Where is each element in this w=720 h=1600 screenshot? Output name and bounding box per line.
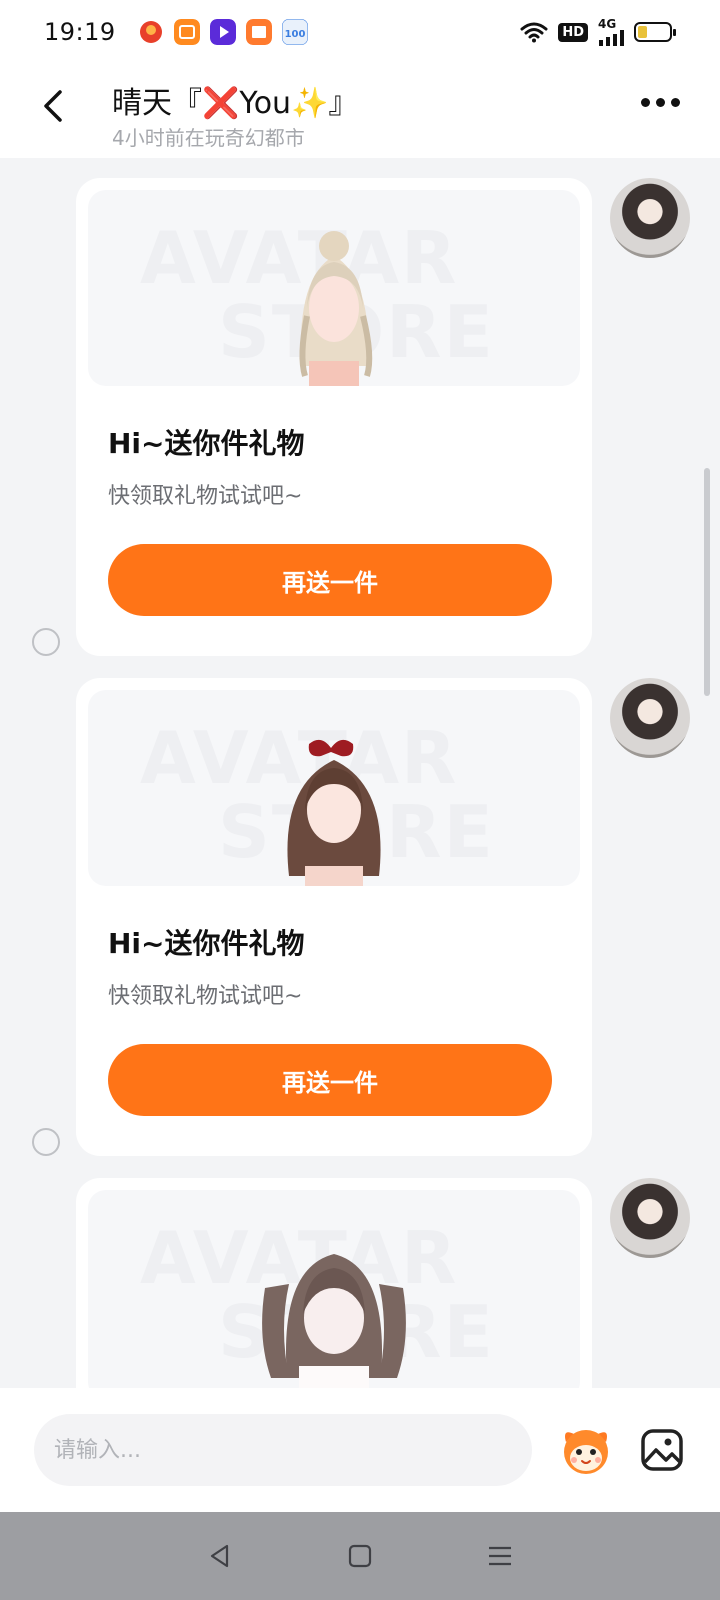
select-radio[interactable] [32, 1128, 60, 1156]
contact-name: 晴天『❌You✨』 [112, 86, 359, 121]
chat-screen: 19:19 100 HD 4G 晴天『❌You✨』 4小时前在玩奇幻都市 AVA… [0, 0, 720, 1600]
gift-card[interactable]: AVATAR STORE [76, 1178, 592, 1388]
nav-home-icon[interactable] [345, 1541, 375, 1571]
wifi-icon [520, 22, 548, 43]
avatar[interactable] [610, 678, 690, 758]
gift-image: AVATAR STORE [88, 190, 580, 386]
score-app-icon: 100 [281, 19, 308, 45]
nav-back-icon[interactable] [205, 1541, 235, 1571]
message-list[interactable]: AVATAR STORE Hi~送你件礼物 快领取礼物试试吧~ 再送一件 [0, 158, 720, 1388]
input-bar [0, 1388, 720, 1512]
status-right: HD 4G [520, 18, 676, 46]
send-again-button[interactable]: 再送一件 [108, 1044, 552, 1116]
gift-image: AVATAR STORE [88, 1190, 580, 1388]
gift-message: AVATAR STORE [0, 1178, 720, 1388]
gift-description: 快领取礼物试试吧~ [108, 984, 303, 1009]
system-nav-bar [0, 1512, 720, 1600]
more-icon[interactable] [641, 98, 680, 107]
send-again-button[interactable]: 再送一件 [108, 544, 552, 616]
contact-status: 4小时前在玩奇幻都市 [112, 126, 305, 150]
gift-message: AVATAR STORE Hi~送你件礼物 快领取礼物试试吧~ 再送一件 [0, 178, 720, 658]
cellular-indicator: 4G [598, 18, 624, 46]
avatar[interactable] [610, 1178, 690, 1258]
battery-icon [634, 22, 676, 42]
brown-curly-hair-with-bow-image [287, 739, 381, 886]
chat-header: 晴天『❌You✨』 4小时前在玩奇幻都市 [0, 64, 720, 158]
status-bar: 19:19 100 HD 4G [0, 0, 720, 64]
signal-icon [599, 30, 624, 46]
red-app-icon [139, 21, 162, 43]
scrollbar[interactable] [704, 468, 710, 696]
status-time: 19:19 [44, 18, 116, 46]
gift-image: AVATAR STORE [88, 690, 580, 886]
notification-icons: 100 [138, 19, 308, 45]
image-icon[interactable] [640, 1428, 684, 1472]
gift-card[interactable]: AVATAR STORE Hi~送你件礼物 快领取礼物试试吧~ 再送一件 [76, 678, 592, 1156]
svg-text:100: 100 [284, 29, 305, 40]
avatar[interactable] [610, 178, 690, 258]
orange-app-icon [173, 19, 200, 45]
gift-title: Hi~送你件礼物 [108, 927, 305, 960]
blonde-updo-hair-image [299, 231, 373, 386]
brown-twin-tails-hair-image [262, 1254, 406, 1388]
back-arrow-icon[interactable] [34, 86, 74, 126]
message-input[interactable] [34, 1414, 532, 1486]
emoji-mascot-icon[interactable] [556, 1420, 616, 1480]
battery-fill [638, 26, 647, 38]
gift-title: Hi~送你件礼物 [108, 427, 305, 460]
gift-message: AVATAR STORE Hi~送你件礼物 快领取礼物试试吧~ 再送一件 [0, 678, 720, 1158]
nav-menu-icon[interactable] [485, 1541, 515, 1571]
gift-description: 快领取礼物试试吧~ [108, 484, 303, 509]
network-type: 4G [598, 17, 617, 31]
gift-card[interactable]: AVATAR STORE Hi~送你件礼物 快领取礼物试试吧~ 再送一件 [76, 178, 592, 656]
book-app-icon [245, 19, 272, 45]
select-radio[interactable] [32, 628, 60, 656]
hd-badge: HD [558, 22, 588, 42]
video-app-icon [209, 19, 236, 45]
